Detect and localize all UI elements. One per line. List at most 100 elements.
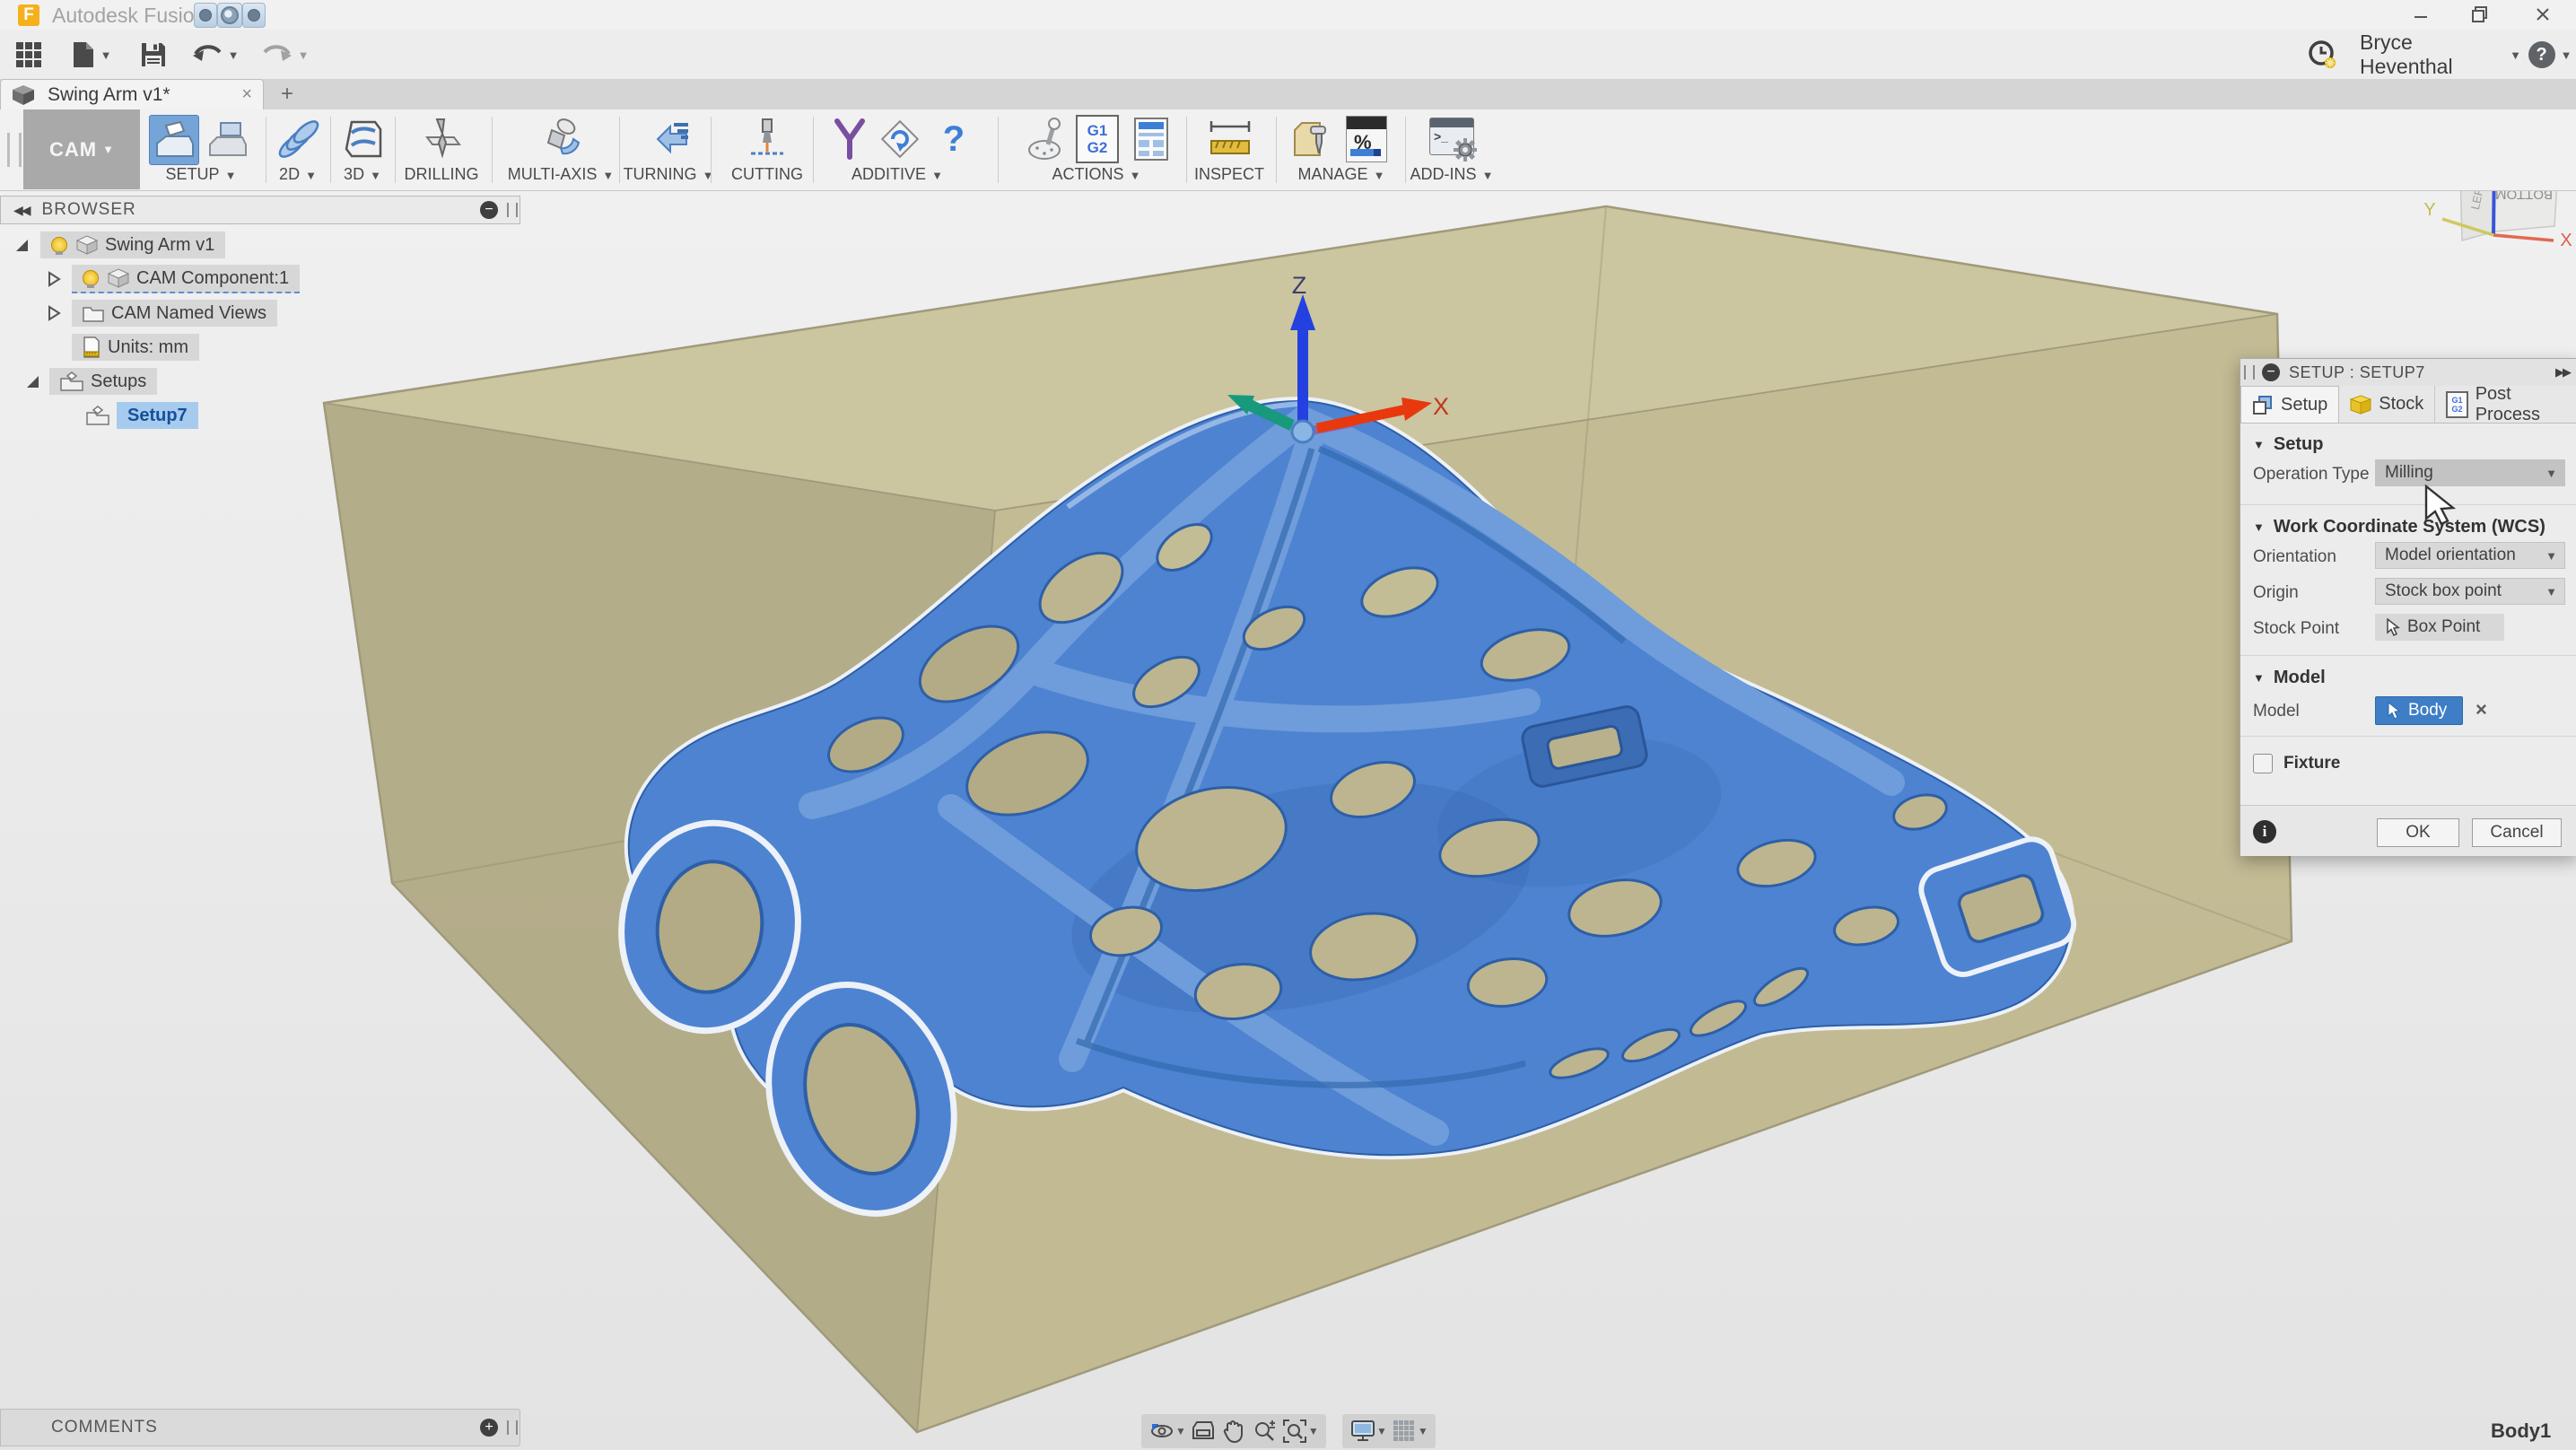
- post-process-icon[interactable]: [1023, 115, 1071, 163]
- ribbon-group-cutting[interactable]: CUTTING: [731, 165, 803, 184]
- undo-button[interactable]: ▼: [188, 37, 242, 73]
- tree-chip-units[interactable]: Units: mm: [72, 334, 199, 361]
- restore-button[interactable]: [2460, 4, 2500, 25]
- additive-help-icon[interactable]: [930, 115, 978, 163]
- browser-collapse-icon[interactable]: ◀◀: [13, 203, 30, 218]
- ribbon-group-inspect[interactable]: INSPECT: [1194, 165, 1264, 184]
- new-folder-button[interactable]: [203, 115, 251, 163]
- tree-item-named-views[interactable]: CAM Named Views: [47, 300, 277, 327]
- tree-chip-setups[interactable]: Setups: [49, 368, 157, 395]
- tree-item-setups[interactable]: Setups: [27, 368, 157, 395]
- stock-point-button[interactable]: Box Point: [2375, 614, 2504, 641]
- browser-minimize-icon[interactable]: [480, 201, 498, 219]
- tab-stock[interactable]: Stock: [2339, 386, 2435, 423]
- workspace-switcher[interactable]: CAM ▼: [23, 109, 140, 189]
- comments-panel-header[interactable]: COMMENTS: [0, 1409, 520, 1446]
- display-dropdown-caret[interactable]: ▼: [1376, 1425, 1387, 1437]
- add-comment-icon[interactable]: [480, 1419, 498, 1437]
- additive-support-icon[interactable]: [825, 115, 874, 163]
- tree-chip-named-views[interactable]: CAM Named Views: [72, 300, 277, 327]
- ribbon-group-2d[interactable]: 2D▼: [279, 165, 317, 184]
- ribbon-grip-handle[interactable]: [7, 133, 22, 167]
- measure-icon[interactable]: [1206, 115, 1254, 163]
- document-tab-active[interactable]: Swing Arm v1*: [0, 79, 264, 109]
- grid-layout-tool[interactable]: [1389, 1417, 1419, 1446]
- orientation-dropdown[interactable]: Model orientation▼: [2375, 542, 2565, 569]
- ribbon-group-additive[interactable]: ADDITIVE▼: [851, 165, 943, 184]
- origin-dropdown[interactable]: Stock box point▼: [2375, 578, 2565, 605]
- overlay-camera-icon[interactable]: [242, 3, 266, 28]
- expander-open-icon[interactable]: [16, 240, 28, 251]
- ribbon-group-drilling[interactable]: DRILLING: [404, 165, 478, 184]
- new-tab-button[interactable]: +: [269, 81, 305, 108]
- dialog-expand-icon[interactable]: ▶▶: [2555, 365, 2570, 380]
- minimize-button[interactable]: [2401, 4, 2441, 25]
- zoom-tool[interactable]: [1249, 1417, 1279, 1446]
- orbit-tool[interactable]: [1147, 1417, 1177, 1446]
- display-settings-tool[interactable]: [1348, 1417, 1378, 1446]
- expander-closed-icon[interactable]: [47, 305, 61, 321]
- visibility-bulb-icon[interactable]: [51, 237, 67, 253]
- job-status-clock-icon[interactable]: [2302, 37, 2342, 73]
- grid-dropdown-caret[interactable]: ▼: [1418, 1425, 1428, 1437]
- file-menu-button[interactable]: ▼: [68, 37, 115, 73]
- ribbon-group-setup[interactable]: SETUP▼: [166, 165, 237, 184]
- save-icon[interactable]: [136, 37, 170, 73]
- close-button[interactable]: [2523, 4, 2563, 25]
- ribbon-group-multi-axis[interactable]: MULTI-AXIS▼: [508, 165, 615, 184]
- fit-view-tool[interactable]: [1279, 1417, 1310, 1446]
- tree-item-cam-component[interactable]: CAM Component:1: [47, 266, 300, 293]
- info-icon[interactable]: [2253, 820, 2276, 843]
- tab-post-process[interactable]: G1 G2 Post Process: [2435, 386, 2576, 423]
- ribbon-group-manage[interactable]: MANAGE▼: [1298, 165, 1385, 184]
- tree-chip-cam-component[interactable]: CAM Component:1: [72, 265, 300, 293]
- 2d-milling-icon[interactable]: [275, 115, 323, 163]
- section-model[interactable]: ▼Model: [2253, 668, 2326, 688]
- expander-closed-icon[interactable]: [47, 271, 61, 287]
- tree-item-setup7[interactable]: Setup7: [86, 402, 198, 429]
- machining-time-icon[interactable]: [1342, 115, 1391, 163]
- comments-resize-handle[interactable]: [507, 1420, 518, 1435]
- drilling-icon[interactable]: [416, 115, 465, 163]
- expander-open-icon[interactable]: [27, 376, 39, 388]
- tree-item-units[interactable]: Units: mm: [72, 334, 199, 361]
- fixture-checkbox[interactable]: [2253, 754, 2273, 773]
- cutting-icon[interactable]: [743, 115, 791, 163]
- turning-icon[interactable]: [644, 115, 693, 163]
- overlay-share-icon[interactable]: [217, 3, 242, 28]
- tool-library-icon[interactable]: [1290, 115, 1339, 163]
- help-menu-button[interactable]: ▼: [2527, 37, 2573, 73]
- tree-chip-setup7-selected[interactable]: Setup7: [117, 402, 198, 429]
- dialog-header[interactable]: SETUP : SETUP7 ▶▶: [2240, 359, 2576, 387]
- scripts-addins-icon[interactable]: [1428, 115, 1477, 163]
- tab-setup[interactable]: Setup: [2240, 386, 2339, 423]
- model-body-chip[interactable]: Body: [2375, 696, 2463, 725]
- redo-button[interactable]: ▼: [258, 37, 312, 73]
- ribbon-group-3d[interactable]: 3D▼: [344, 165, 381, 184]
- pan-tool[interactable]: [1218, 1417, 1249, 1446]
- tab-close-icon[interactable]: [241, 84, 252, 105]
- browser-resize-handle[interactable]: [507, 203, 518, 217]
- ribbon-group-turning[interactable]: TURNING▼: [624, 165, 714, 184]
- operation-type-dropdown[interactable]: Milling▼: [2375, 459, 2565, 486]
- ok-button[interactable]: OK: [2377, 818, 2459, 847]
- overlay-record-icon[interactable]: [194, 3, 217, 28]
- tree-item-root[interactable]: Swing Arm v1: [16, 231, 225, 258]
- visibility-bulb-icon[interactable]: [83, 270, 99, 286]
- new-setup-button[interactable]: [149, 115, 199, 165]
- dialog-drag-handle[interactable]: [2244, 365, 2255, 380]
- section-wcs[interactable]: ▼Work Coordinate System (WCS): [2253, 517, 2545, 537]
- orbit-dropdown-caret[interactable]: ▼: [1175, 1425, 1186, 1437]
- ribbon-group-add-ins[interactable]: ADD-INS▼: [1410, 165, 1494, 184]
- gcode-simulate-icon[interactable]: G1G2: [1073, 115, 1122, 163]
- 3d-milling-icon[interactable]: [339, 115, 388, 163]
- browser-panel-header[interactable]: ◀◀ BROWSER: [0, 196, 520, 224]
- wcs-origin-point[interactable]: [1292, 421, 1314, 442]
- multi-axis-icon[interactable]: [537, 115, 585, 163]
- setup-sheet-icon[interactable]: [1127, 115, 1175, 163]
- look-at-tool[interactable]: [1188, 1417, 1218, 1446]
- tree-chip-swing-arm[interactable]: Swing Arm v1: [40, 231, 225, 258]
- dialog-minimize-icon[interactable]: [2262, 363, 2280, 381]
- fit-dropdown-caret[interactable]: ▼: [1308, 1425, 1319, 1437]
- section-setup[interactable]: ▼Setup: [2253, 434, 2323, 455]
